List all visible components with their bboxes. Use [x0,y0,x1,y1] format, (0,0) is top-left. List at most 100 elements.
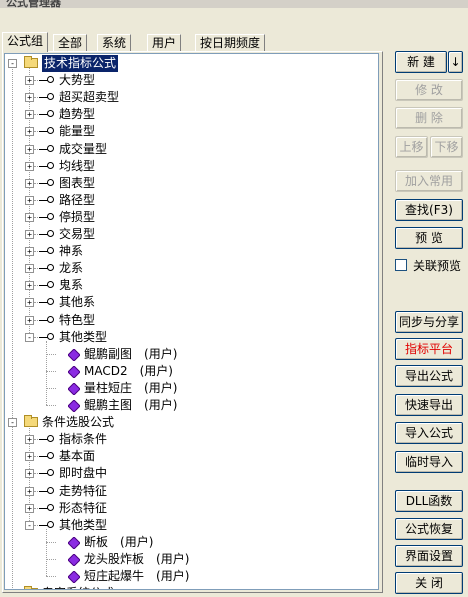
expand-icon[interactable]: + [25,93,34,103]
tree-formula-item[interactable]: 量柱短庄 (用户) [5,380,375,397]
tree-formula-item[interactable]: 鲲鹏副图 (用户) [5,346,375,363]
expand-icon[interactable]: + [8,589,17,590]
ui-settings-button[interactable]: 界面设置 [395,545,463,567]
expand-icon[interactable]: + [25,452,34,462]
formula-restore-button[interactable]: 公式恢复 [395,518,463,540]
move-up-button[interactable]: 上移 [395,136,428,158]
tree-formula-item[interactable]: MACD2 (用户) [5,363,375,380]
tree-item-label: 能量型 [59,124,96,139]
tree-category[interactable]: + 均线型 [5,158,375,175]
expand-icon[interactable]: + [25,281,34,291]
sync-share-button[interactable]: 同步与分享 [395,311,463,333]
formula-tree[interactable]: - 技术指标公式 + 大势型 + 超买超卖型 + 趋势型 + 能量型 + 成交量型 + 均线型 + 图表型 + 路… [4,53,379,590]
formula-owner-tag: (用户) [144,398,178,412]
tree-category[interactable]: + 成交量型 [5,141,375,158]
expand-icon[interactable]: + [25,178,34,188]
tab-strip: 公式组 全部 系统 用户 按日期频度 [2,32,282,52]
expand-icon[interactable]: + [25,264,34,274]
formula-key-icon [39,263,54,273]
tree-category[interactable]: - 其他类型 [5,329,375,346]
tree-item-label: 停损型 [59,209,96,224]
indicator-platform-button[interactable]: 指标平台 [395,338,463,360]
collapse-icon[interactable]: - [25,520,34,530]
tree-category[interactable]: + 路径型 [5,192,375,209]
delete-button[interactable]: 删 除 [395,107,463,129]
formula-key-icon [39,144,54,154]
expand-icon[interactable]: + [25,503,34,513]
tab-all[interactable]: 全部 [53,34,88,51]
tree-category[interactable]: + 基本面 [5,448,375,465]
tree-formula-item[interactable]: 短庄起爆牛 (用户) [5,568,375,585]
tree-category[interactable]: + 走势特征 [5,483,375,500]
expand-icon[interactable]: + [25,127,34,137]
expand-icon[interactable]: + [25,212,34,222]
expand-icon[interactable]: + [25,435,34,445]
expand-icon[interactable]: + [25,247,34,257]
move-down-button[interactable]: 下移 [430,136,463,158]
tree-category[interactable]: + 图表型 [5,175,375,192]
expand-icon[interactable]: + [25,469,34,479]
tree-category[interactable]: + 龙系 [5,260,375,277]
tree-item-label: 大势型 [59,73,96,88]
expand-icon[interactable]: + [25,195,34,205]
tab-formula-group[interactable]: 公式组 [2,32,49,52]
tree-category[interactable]: + 即时盘中 [5,465,375,482]
expand-icon[interactable]: + [25,110,34,120]
expand-icon[interactable]: + [25,230,34,239]
expand-icon[interactable]: + [25,298,34,308]
tree-root-expert[interactable]: + 专家系统公式 [5,585,375,590]
preview-button[interactable]: 预 览 [395,227,463,249]
expand-icon[interactable]: + [25,486,34,496]
formula-name: 鲲鹏副图 [84,346,133,361]
tree-category[interactable]: + 大势型 [5,72,375,89]
formula-key-icon [39,332,54,342]
tree-category[interactable]: + 形态特征 [5,500,375,517]
tree-category[interactable]: + 指标条件 [5,431,375,448]
expand-icon[interactable]: + [25,144,34,154]
tree-category[interactable]: + 停损型 [5,209,375,226]
tree-category[interactable]: + 特色型 [5,312,375,329]
dll-function-button[interactable]: DLL函数 [395,490,463,512]
expand-icon[interactable]: + [25,161,34,171]
expand-icon[interactable]: + [25,76,34,86]
tree-category[interactable]: + 鬼系 [5,277,375,294]
tree-root-technical[interactable]: - 技术指标公式 [5,55,375,72]
tree-category[interactable]: + 神系 [5,243,375,260]
quick-export-button[interactable]: 快速导出 [395,394,463,416]
tree-item-label: 专家系统公式 [42,585,114,589]
temp-import-button[interactable]: 临时导入 [395,451,463,473]
add-common-button[interactable]: 加入常用 [395,170,463,192]
tree-formula-item[interactable]: 龙头股炸板 (用户) [5,551,375,568]
tree-item-label: 技术指标公式 [42,55,119,72]
formula-owner-tag: (用户) [156,569,190,583]
expand-icon[interactable]: + [25,315,34,325]
tab-by-date[interactable]: 按日期频度 [195,34,266,51]
new-button[interactable]: 新 建 [395,51,447,73]
close-button[interactable]: 关 闭 [395,572,463,594]
tree-formula-item[interactable]: 断板 (用户) [5,534,375,551]
tree-root-screening[interactable]: - 条件选股公式 [5,414,375,431]
formula-name: 短庄起爆牛 [84,569,145,583]
tree-category[interactable]: + 能量型 [5,123,375,140]
tab-system[interactable]: 系统 [97,34,132,51]
collapse-icon[interactable]: - [25,332,34,342]
collapse-icon[interactable]: - [8,59,17,68]
new-dropdown-arrow[interactable]: ↓ [448,51,463,73]
formula-key-icon [39,468,54,478]
modify-button[interactable]: 修 改 [395,79,463,101]
tree-category[interactable]: + 交易型 [5,226,375,243]
tree-category[interactable]: + 其他系 [5,294,375,311]
collapse-icon[interactable]: - [8,418,17,428]
tree-category[interactable]: + 趋势型 [5,106,375,123]
import-formula-button[interactable]: 导入公式 [395,422,463,444]
export-formula-button[interactable]: 导出公式 [395,365,463,387]
find-button[interactable]: 查找(F3) [395,199,463,221]
tree-category[interactable]: + 超买超卖型 [5,89,375,106]
tree-formula-item[interactable]: 鲲鹏主图 (用户) [5,397,375,414]
title-bar: 公式管理器 [0,0,468,8]
tree-category[interactable]: - 其他类型 [5,517,375,534]
formula-gem-icon [68,571,80,583]
formula-name: 断板 [84,534,109,549]
tab-user[interactable]: 用户 [147,34,182,51]
link-preview-checkbox[interactable] [395,259,407,271]
